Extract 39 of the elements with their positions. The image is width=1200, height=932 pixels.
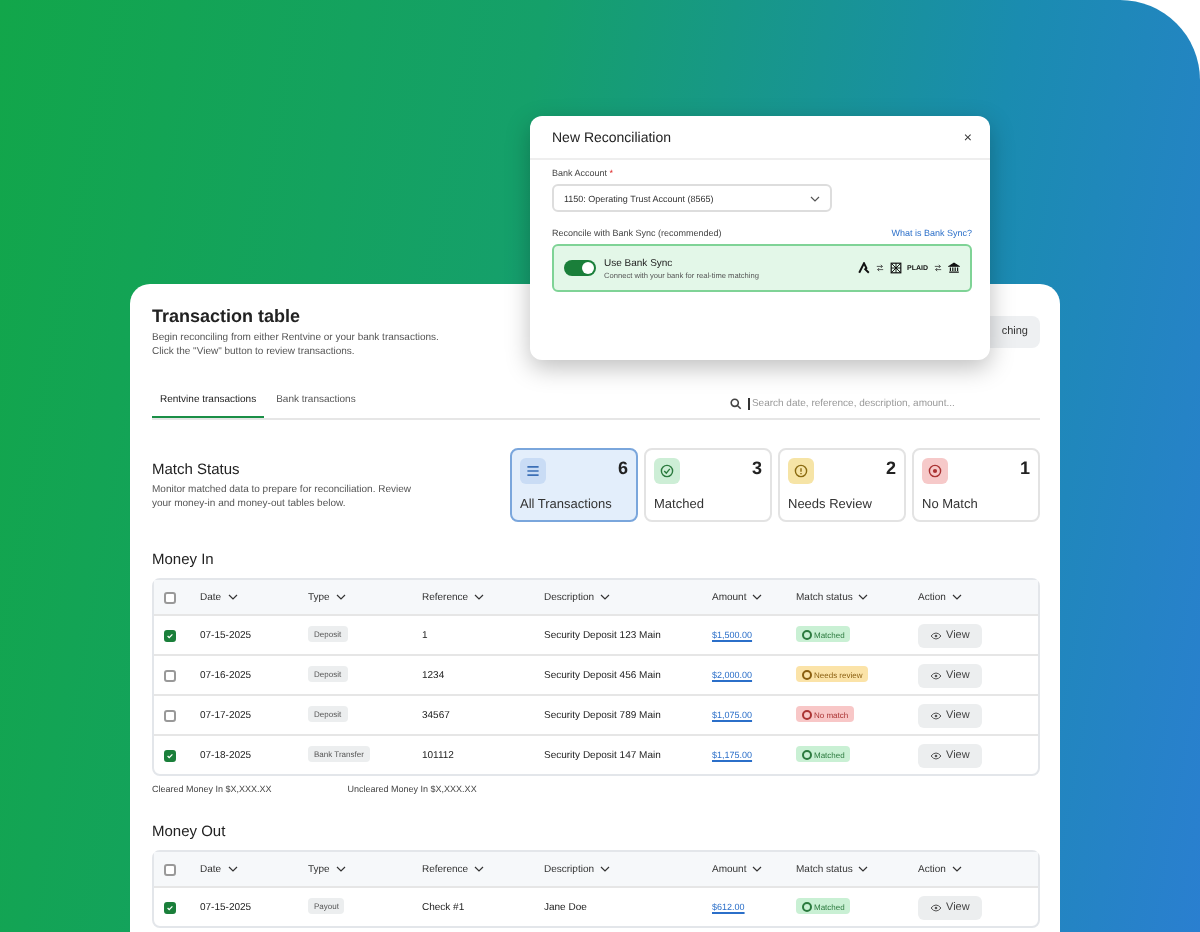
- chevron-icon[interactable]: [858, 866, 869, 872]
- search-icon: [730, 397, 742, 409]
- checkbox[interactable]: [164, 669, 176, 681]
- toggle-switch[interactable]: [564, 260, 596, 276]
- chevron-icon[interactable]: [600, 866, 611, 872]
- swap-icon: [875, 264, 883, 272]
- status-icon: [922, 458, 948, 484]
- status-icon: [520, 458, 546, 484]
- swap-icon: [934, 264, 942, 272]
- mountain-logo-icon: [857, 262, 869, 274]
- chevron-icon[interactable]: [951, 866, 962, 872]
- checkbox[interactable]: [164, 749, 176, 761]
- chevron-icon[interactable]: [474, 866, 485, 872]
- chevron-icon[interactable]: [335, 594, 346, 600]
- chevron-icon[interactable]: [227, 866, 238, 872]
- chevron-icon[interactable]: [335, 866, 346, 872]
- chevron-icon[interactable]: [474, 594, 485, 600]
- eye-icon: [930, 903, 942, 911]
- checkbox[interactable]: [164, 591, 176, 603]
- chevron-icon[interactable]: [752, 594, 763, 600]
- checkbox[interactable]: [164, 863, 176, 875]
- eye-icon: [930, 631, 942, 639]
- status-icon: [788, 458, 814, 484]
- checkbox[interactable]: [164, 901, 176, 913]
- eye-icon: [930, 711, 942, 719]
- eye-icon: [930, 671, 942, 679]
- chevron-icon[interactable]: [752, 866, 763, 872]
- status-icon: [654, 458, 680, 484]
- grid-logo-icon: [889, 262, 901, 274]
- checkbox[interactable]: [164, 629, 176, 641]
- checkbox[interactable]: [164, 709, 176, 721]
- chevron-icon[interactable]: [858, 594, 869, 600]
- chevron-icon: [810, 195, 820, 201]
- bank-icon: [948, 262, 960, 274]
- chevron-icon[interactable]: [951, 594, 962, 600]
- card-title: Transaction table: [152, 306, 303, 326]
- chevron-icon[interactable]: [227, 594, 238, 600]
- eye-icon: [930, 751, 942, 759]
- chevron-icon[interactable]: [600, 594, 611, 600]
